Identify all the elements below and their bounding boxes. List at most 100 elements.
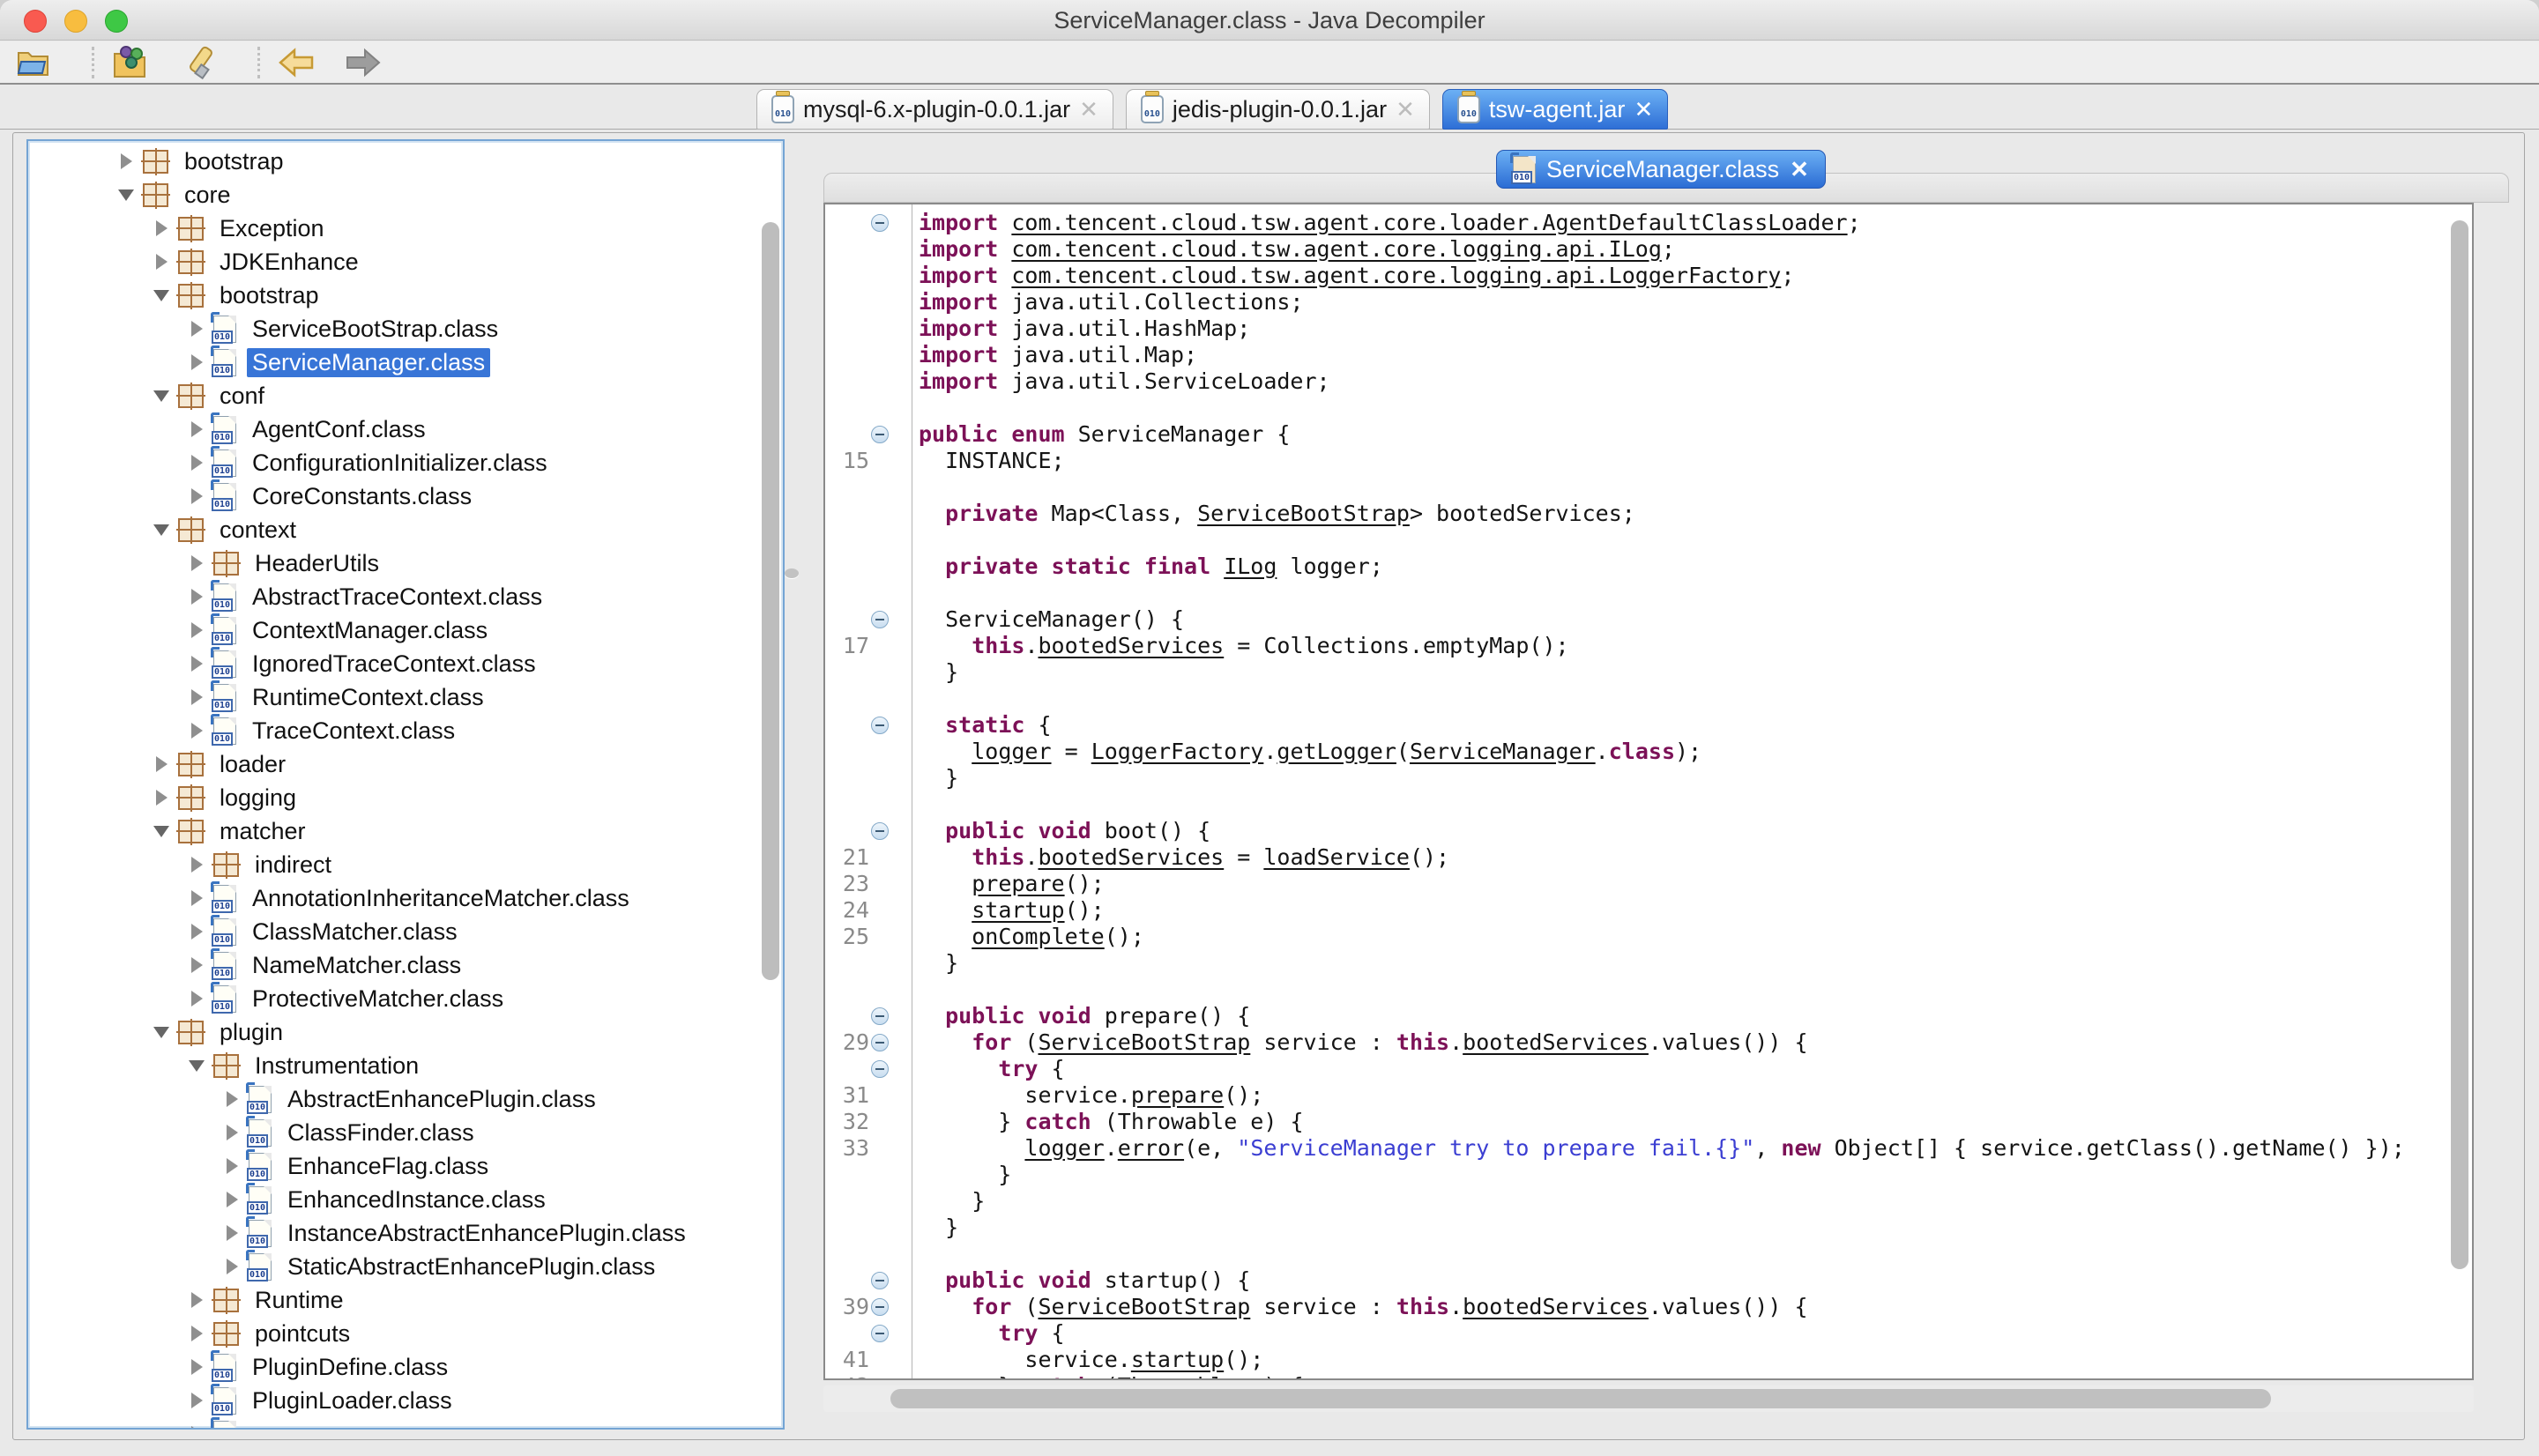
code-area[interactable]: import com.tencent.cloud.tsw.agent.core.…	[825, 210, 2442, 1380]
expand-arrow-icon[interactable]	[116, 153, 136, 169]
expand-arrow-icon[interactable]	[187, 723, 206, 739]
tree-item[interactable]: 010NameMatcher.class	[28, 948, 758, 982]
collapse-fold-icon[interactable]	[871, 717, 889, 734]
code-link[interactable]: logger	[972, 739, 1051, 764]
expand-arrow-icon[interactable]	[152, 790, 171, 806]
code-link[interactable]: getLogger	[1277, 739, 1396, 764]
code-link[interactable]: bootedServices	[1039, 844, 1225, 870]
expand-arrow-icon[interactable]	[187, 924, 206, 940]
jar-tab[interactable]: 010tsw-agent.jar✕	[1442, 89, 1668, 130]
expand-arrow-icon[interactable]	[187, 957, 206, 973]
code-link[interactable]: startup	[972, 897, 1064, 923]
editor-tab[interactable]: 010 ServiceManager.class ✕	[1496, 150, 1826, 189]
expand-arrow-icon[interactable]	[222, 1125, 242, 1140]
collapse-arrow-icon[interactable]	[187, 1060, 206, 1072]
code-link[interactable]: startup	[1131, 1347, 1224, 1372]
tree-item[interactable]: JDKEnhance	[28, 245, 758, 279]
code-horizontal-scrollbar[interactable]	[890, 1389, 2271, 1408]
code-link[interactable]: com.tencent.cloud.tsw.agent.core.loader.…	[1011, 210, 1847, 235]
splitter-handle[interactable]	[785, 568, 799, 578]
expand-arrow-icon[interactable]	[187, 857, 206, 873]
collapse-fold-icon[interactable]	[871, 1325, 889, 1342]
tree-item[interactable]: 010AbstractEnhancePlugin.class	[28, 1082, 758, 1116]
expand-arrow-icon[interactable]	[222, 1091, 242, 1107]
search-button[interactable]	[182, 45, 220, 80]
tree-item[interactable]: 010ServiceManager.class	[28, 345, 758, 379]
tree-item[interactable]: matcher	[28, 814, 758, 848]
tree-item[interactable]: plugin	[28, 1015, 758, 1049]
expand-arrow-icon[interactable]	[187, 689, 206, 705]
tree-item[interactable]: conf	[28, 379, 758, 412]
tree-item[interactable]: 010ServiceBootStrap.class	[28, 312, 758, 345]
code-link[interactable]: com.tencent.cloud.tsw.agent.core.logging…	[1011, 263, 1781, 288]
expand-arrow-icon[interactable]	[187, 656, 206, 672]
code-link[interactable]: bootedServices	[1463, 1029, 1649, 1055]
tree-item[interactable]: Instrumentation	[28, 1049, 758, 1082]
expand-arrow-icon[interactable]	[187, 354, 206, 370]
close-icon[interactable]: ✕	[1079, 98, 1098, 121]
expand-arrow-icon[interactable]	[187, 421, 206, 437]
collapse-arrow-icon[interactable]	[152, 1027, 171, 1038]
code-link[interactable]: error	[1118, 1135, 1184, 1161]
tree-item[interactable]: 010EnhancedInstance.class	[28, 1183, 758, 1216]
collapse-arrow-icon[interactable]	[152, 290, 171, 301]
expand-arrow-icon[interactable]	[152, 254, 171, 270]
code-link[interactable]: logger	[1024, 1135, 1104, 1161]
tree-item[interactable]: 010TraceContext.class	[28, 714, 758, 747]
tree-item[interactable]: 010PluginDefine.class	[28, 1350, 758, 1384]
collapse-arrow-icon[interactable]	[116, 189, 136, 201]
tree-item[interactable]: 010ConfigurationInitializer.class	[28, 446, 758, 479]
collapse-fold-icon[interactable]	[871, 1272, 889, 1289]
collapse-fold-icon[interactable]	[871, 611, 889, 628]
tree-item[interactable]: pointcuts	[28, 1317, 758, 1350]
tree-item[interactable]: 010RuntimeContext.class	[28, 680, 758, 714]
tree-item[interactable]: 010ContextManager.class	[28, 613, 758, 647]
open-type-button[interactable]	[111, 45, 150, 80]
collapse-arrow-icon[interactable]	[152, 826, 171, 837]
back-button[interactable]	[277, 45, 316, 80]
tree-item[interactable]: HeaderUtils	[28, 546, 758, 580]
expand-arrow-icon[interactable]	[187, 1393, 206, 1408]
expand-arrow-icon[interactable]	[152, 220, 171, 236]
code-link[interactable]: onComplete	[972, 924, 1105, 949]
collapse-fold-icon[interactable]	[871, 1060, 889, 1078]
code-horizontal-scrollbar-track[interactable]	[823, 1385, 2474, 1412]
close-icon[interactable]: ✕	[1634, 98, 1653, 121]
expand-arrow-icon[interactable]	[187, 622, 206, 638]
collapse-fold-icon[interactable]	[871, 214, 889, 232]
tree-item[interactable]: bootstrap	[28, 145, 758, 178]
tree-item[interactable]: indirect	[28, 848, 758, 881]
expand-arrow-icon[interactable]	[222, 1192, 242, 1207]
code-link[interactable]: LoggerFactory	[1091, 739, 1264, 764]
expand-arrow-icon[interactable]	[222, 1259, 242, 1274]
expand-arrow-icon[interactable]	[187, 1359, 206, 1375]
collapse-fold-icon[interactable]	[871, 1034, 889, 1051]
tree-item[interactable]: 010EnhanceFlag.class	[28, 1149, 758, 1183]
collapse-arrow-icon[interactable]	[152, 390, 171, 402]
expand-arrow-icon[interactable]	[187, 1326, 206, 1341]
tree-item[interactable]: 010CoreConstants.class	[28, 479, 758, 513]
code-link[interactable]: bootedServices	[1463, 1294, 1649, 1319]
tree-scrollbar[interactable]	[762, 222, 779, 980]
collapse-fold-icon[interactable]	[871, 1298, 889, 1316]
tree-item[interactable]: core	[28, 178, 758, 212]
tree-item[interactable]: 010InstanceAbstractEnhancePlugin.class	[28, 1216, 758, 1250]
tree-item[interactable]: 010StaticAbstractEnhancePlugin.class	[28, 1250, 758, 1283]
tree-item[interactable]: 010ClassFinder.class	[28, 1116, 758, 1149]
expand-arrow-icon[interactable]	[152, 756, 171, 772]
forward-button[interactable]	[344, 45, 383, 80]
tree-item[interactable]: 010ClassMatcher.class	[28, 915, 758, 948]
expand-arrow-icon[interactable]	[222, 1225, 242, 1241]
open-file-button[interactable]	[14, 45, 53, 80]
code-link[interactable]: bootedServices	[1039, 633, 1225, 658]
expand-arrow-icon[interactable]	[187, 1292, 206, 1308]
code-link[interactable]: loadService	[1263, 844, 1410, 870]
expand-arrow-icon[interactable]	[187, 555, 206, 571]
expand-arrow-icon[interactable]	[187, 1426, 206, 1430]
tree-item[interactable]: 010	[28, 1417, 758, 1430]
code-link[interactable]: com.tencent.cloud.tsw.agent.core.logging…	[1011, 236, 1662, 262]
tree-item[interactable]: Exception	[28, 212, 758, 245]
code-link[interactable]: ServiceBootStrap	[1197, 501, 1410, 526]
collapse-fold-icon[interactable]	[871, 1007, 889, 1025]
code-link[interactable]: prepare	[1131, 1082, 1224, 1108]
